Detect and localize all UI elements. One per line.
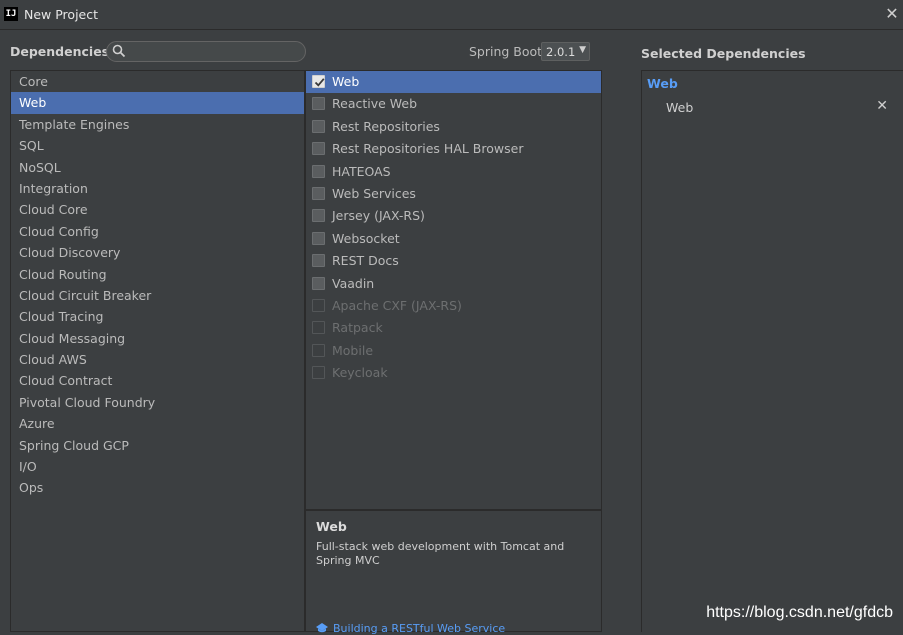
- checkbox[interactable]: [312, 119, 325, 133]
- window-close-button[interactable]: ✕: [883, 4, 901, 24]
- intellij-logo-icon: IJ: [4, 7, 18, 21]
- dependency-label: Reactive Web: [332, 96, 418, 112]
- category-item[interactable]: Cloud Contract: [11, 370, 304, 391]
- category-item[interactable]: Cloud Routing: [11, 264, 304, 285]
- description-panel: Web Full-stack web development with Tomc…: [305, 510, 602, 635]
- selected-group-title: Web: [647, 76, 678, 91]
- dependency-item[interactable]: Web Services: [306, 183, 601, 205]
- dependency-item[interactable]: HATEOAS: [306, 161, 601, 183]
- dependency-item[interactable]: Websocket: [306, 228, 601, 250]
- dependency-item[interactable]: Rest Repositories HAL Browser: [306, 138, 601, 160]
- dependency-item: Mobile: [306, 340, 601, 362]
- dependency-list: Web Reactive Web Rest Repositories Rest Rep…: [305, 70, 602, 510]
- dependency-item[interactable]: Vaadin: [306, 273, 601, 295]
- window-title: New Project: [24, 7, 99, 22]
- guide-link[interactable]: Building a RESTful Web Service: [316, 622, 505, 635]
- category-item[interactable]: Spring Cloud GCP: [11, 435, 304, 456]
- selected-item-label: Web: [666, 100, 694, 115]
- dependency-label: Web Services: [332, 185, 416, 201]
- search-field[interactable]: [106, 41, 306, 62]
- category-item[interactable]: Core: [11, 71, 304, 92]
- description-title: Web: [316, 519, 347, 534]
- dependency-item[interactable]: Web: [306, 71, 601, 94]
- category-item[interactable]: SQL: [11, 135, 304, 156]
- watermark-text: https://blog.csdn.net/gfdcb: [706, 604, 893, 621]
- dependency-item: Keycloak: [306, 362, 601, 384]
- dependency-item[interactable]: Reactive Web: [306, 93, 601, 115]
- category-item[interactable]: Cloud Circuit Breaker: [11, 285, 304, 306]
- checkbox: [312, 321, 325, 335]
- dependency-label: Websocket: [332, 230, 400, 246]
- category-item[interactable]: Ops: [11, 477, 304, 498]
- title-bar: IJ New Project ✕: [0, 0, 903, 30]
- description-text: Full-stack web development with Tomcat a…: [316, 540, 565, 567]
- category-item[interactable]: Template Engines: [11, 114, 304, 135]
- dependency-label: Jersey (JAX-RS): [332, 208, 425, 224]
- dependency-label: Vaadin: [332, 275, 375, 291]
- checkbox[interactable]: [312, 97, 325, 111]
- dependency-label: Rest Repositories: [332, 118, 440, 134]
- dependency-item[interactable]: Jersey (JAX-RS): [306, 205, 601, 227]
- category-item[interactable]: Web: [11, 92, 304, 114]
- category-item[interactable]: Cloud Messaging: [11, 328, 304, 349]
- dependency-label: Keycloak: [332, 365, 388, 381]
- spring-boot-label: Spring Boot: [469, 44, 543, 59]
- dependency-label: Web: [332, 74, 360, 89]
- checkbox: [312, 298, 325, 312]
- search-input[interactable]: [129, 43, 299, 60]
- dependency-item: Ratpack: [306, 317, 601, 339]
- category-item[interactable]: Integration: [11, 178, 304, 199]
- checkbox[interactable]: [312, 186, 325, 200]
- category-item[interactable]: Cloud Discovery: [11, 242, 304, 263]
- dependency-label: Rest Repositories HAL Browser: [332, 141, 524, 157]
- dependency-item[interactable]: REST Docs: [306, 250, 601, 272]
- category-item[interactable]: NoSQL: [11, 157, 304, 178]
- chevron-down-icon: ▼: [579, 45, 586, 55]
- dependency-label: Mobile: [332, 342, 374, 358]
- dependency-item: Apache CXF (JAX-RS): [306, 295, 601, 317]
- remove-dependency-button[interactable]: ✕: [876, 98, 888, 114]
- selected-dependencies-panel: Web Web ✕: [641, 70, 903, 632]
- dependency-label: REST Docs: [332, 253, 399, 269]
- checkbox[interactable]: [312, 209, 325, 223]
- category-item[interactable]: I/O: [11, 456, 304, 477]
- checkbox[interactable]: [312, 142, 325, 156]
- category-item[interactable]: Azure: [11, 413, 304, 434]
- checkbox[interactable]: [312, 75, 325, 88]
- category-item[interactable]: Pivotal Cloud Foundry: [11, 392, 304, 413]
- search-icon: [112, 44, 126, 58]
- category-item[interactable]: Cloud Tracing: [11, 306, 304, 327]
- spring-boot-version-select[interactable]: 2.0.1 ▼: [541, 42, 590, 61]
- category-item[interactable]: Cloud AWS: [11, 349, 304, 370]
- dependency-label: Ratpack: [332, 320, 383, 336]
- checkbox: [312, 366, 325, 380]
- dependency-label: Apache CXF (JAX-RS): [332, 297, 462, 313]
- spring-boot-version: 2.0.1: [546, 45, 576, 59]
- category-item[interactable]: Cloud Core: [11, 199, 304, 220]
- category-item[interactable]: Cloud Config: [11, 221, 304, 242]
- selected-dependencies-label: Selected Dependencies: [641, 46, 806, 61]
- dependencies-label: Dependencies: [10, 44, 110, 59]
- checkbox[interactable]: [312, 231, 325, 245]
- dependency-label: HATEOAS: [332, 163, 391, 179]
- category-list: Core Web Template Engines SQL NoSQL Integrati…: [10, 70, 305, 632]
- checkbox[interactable]: [312, 276, 325, 290]
- checkbox[interactable]: [312, 254, 325, 268]
- checkmark-icon: [314, 78, 325, 87]
- dependency-item[interactable]: Rest Repositories: [306, 116, 601, 138]
- guide-link-text: Building a RESTful Web Service: [333, 622, 506, 635]
- checkbox: [312, 343, 325, 357]
- checkbox[interactable]: [312, 164, 325, 178]
